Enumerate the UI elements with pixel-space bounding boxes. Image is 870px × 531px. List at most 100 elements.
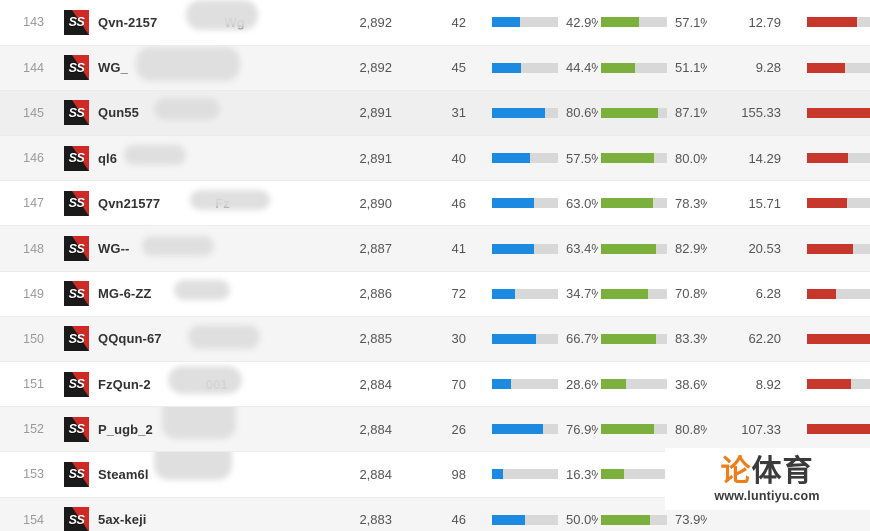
account-name: 5ax-keji	[98, 512, 147, 528]
rate-b-bar-cell: 57.1%	[598, 0, 707, 45]
rate-b-bar-track	[601, 469, 667, 480]
volume-bar-wrap: 2,861	[807, 105, 870, 120]
redaction-blur	[124, 145, 186, 166]
table-row[interactable]: 144SSWG_2,8924544.4%51.1%9.2855619.00	[0, 45, 870, 91]
account-cell[interactable]: SS 5ax-keji	[54, 497, 300, 531]
volume-bar-fill	[807, 153, 848, 164]
account-name-suffix: Wg	[224, 14, 245, 30]
redaction-blur	[190, 190, 270, 211]
ss-badge-label: SS	[68, 422, 85, 437]
count-cell: 42	[451, 14, 466, 30]
rate-a-bar-label: 63.0%	[566, 195, 598, 211]
table-row[interactable]: 145SSQun552,8913180.6%87.1%155.332,86110…	[0, 90, 870, 136]
account-name: ql6	[98, 150, 118, 166]
table-row[interactable]: 146SSql62,8914057.5%80.0%14.2962710.23	[0, 135, 870, 181]
table-row[interactable]: 153 SS Steam6l 2,884 98 16.3% 34.7%	[0, 451, 870, 498]
account-cell[interactable]: SS QQqun-67	[54, 316, 300, 361]
table-row[interactable]: 150 SS QQqun-67 2,885 30 66.7% 83.3% 62.20 1,964…	[0, 316, 870, 362]
volume-bar-fill	[807, 333, 870, 344]
count-cell: 98	[451, 466, 466, 482]
account-cell[interactable]: SS P_ugb_2	[54, 406, 300, 452]
rate-b-bar-cell: 51.1%	[598, 45, 707, 90]
table-row[interactable]: 148SSWG--2,8874163.4%82.9%20.537556.34	[0, 225, 870, 272]
volume-bar-track	[807, 379, 870, 390]
volume-bar-wrap: 755	[807, 241, 870, 256]
rate-a-bar-wrap: 28.6%	[492, 377, 598, 392]
ss-badge-icon: SS	[64, 326, 89, 352]
volume-bar-cell: 615	[787, 181, 870, 226]
rate-b-bar-track	[601, 107, 667, 118]
count-cell: 30	[451, 331, 466, 347]
rate-b-bar-track	[601, 424, 667, 435]
account-name-suffix: 001	[205, 376, 228, 392]
volume-bar-fill	[807, 17, 857, 28]
account-cell[interactable]: SS WG_	[54, 45, 300, 90]
volume-bar-fill	[807, 62, 845, 73]
rate-a-bar-cell: 80.6%	[476, 90, 598, 135]
rate-b-bar-wrap: 80.0%	[601, 151, 707, 166]
rate-b-bar-fill	[601, 62, 635, 73]
rate-a-bar-fill	[492, 288, 515, 299]
volume-bar-fill	[807, 107, 870, 118]
account-cell[interactable]: SS Qvn-2157 Wg	[54, 0, 300, 45]
rate-a-bar-wrap: 57.5%	[492, 151, 598, 166]
score-cell: 2,884	[359, 376, 392, 392]
rate-b-bar-track	[601, 62, 667, 73]
rate-a-bar-cell: 57.5%	[476, 136, 598, 181]
account-cell[interactable]: SS WG--	[54, 226, 300, 271]
volume-bar-wrap	[807, 469, 870, 480]
value-a-cell: 155.33	[741, 105, 781, 121]
rate-b-bar-label: 78.3%	[675, 195, 707, 211]
rate-b-bar-label: 80.0%	[675, 150, 707, 166]
volume-bar-cell: 442	[787, 271, 870, 316]
rate-b-bar-cell: 34.7%	[598, 452, 707, 497]
score-cell: 2,892	[359, 14, 392, 30]
volume-bar-track	[807, 243, 870, 254]
volume-bar-track	[807, 288, 870, 299]
account-name-wrap: SS P_ugb_2	[64, 406, 300, 442]
rate-a-bar-cell: 50.0%	[476, 497, 598, 531]
rank-cell: 145	[23, 105, 44, 120]
rate-a-bar-label: 57.5%	[566, 150, 598, 166]
volume-bar-fill	[807, 469, 844, 480]
value-a-cell: 9.28	[755, 60, 781, 76]
account-name: Qun55	[98, 105, 139, 121]
table-row[interactable]: 143 SS Qvn-2157 Wg 2,892 42 42.9% 57.1% 12.79 915…	[0, 0, 870, 46]
rate-b-bar-track	[601, 333, 667, 344]
account-cell[interactable]: SS Qun55	[54, 90, 300, 135]
account-name: Steam6l	[98, 466, 149, 482]
rate-a-bar-track	[492, 424, 558, 435]
account-cell[interactable]: SS MG-6-ZZ	[54, 271, 300, 316]
volume-bar-wrap: 615	[807, 196, 870, 211]
account-cell[interactable]: SS Steam6l	[54, 451, 300, 497]
count-cell: 31	[451, 105, 466, 121]
rate-b-bar-label: 73.9%	[675, 512, 707, 528]
rate-a-bar-fill	[492, 107, 546, 118]
volume-bar-track	[807, 333, 870, 344]
volume-bar-cell: 755	[787, 226, 870, 271]
rate-b-bar-track	[601, 243, 667, 254]
rate-b-bar-fill	[601, 153, 654, 164]
table-row[interactable]: 149SSMG-6-ZZ2,8867234.7%70.8%6.2844212.6…	[0, 271, 870, 317]
count-cell: 26	[451, 421, 466, 437]
rank-cell: 151	[23, 377, 44, 392]
table-row[interactable]: 152 SS P_ugb_2 2,884 26 76.9% 80.8% 107.33 2,351…	[0, 406, 870, 452]
table-row[interactable]: 154 SS 5ax-keji 2,883 46 50.0% 73.9%	[0, 497, 870, 531]
volume-bar-wrap: 627	[807, 151, 870, 166]
rate-a-bar-wrap: 16.3%	[492, 467, 598, 482]
rate-a-bar-label: 50.0%	[566, 512, 598, 528]
account-cell[interactable]: SS FzQun-2 001	[54, 362, 300, 407]
rate-b-bar-wrap: 70.8%	[601, 286, 707, 301]
account-name: P_ugb_2	[98, 421, 153, 437]
account-name-wrap: SS MG-6-ZZ	[64, 279, 300, 307]
account-cell[interactable]: SS Qvn21577 Fz	[54, 181, 300, 226]
account-cell[interactable]: SS ql6	[54, 136, 300, 181]
ss-badge-label: SS	[68, 105, 85, 120]
value-a-cell: 12.79	[748, 14, 781, 30]
table-row[interactable]: 151SSFzQun-20012,8847028.6%38.6%8.926602…	[0, 361, 870, 407]
rank-cell: 150	[23, 331, 44, 346]
account-name-wrap: SS QQqun-67	[64, 324, 300, 352]
table-row[interactable]: 147 SS Qvn21577 Fz 2,890 46 63.0% 78.3% 15.71 615…	[0, 180, 870, 226]
ss-badge-label: SS	[68, 286, 85, 301]
value-a-cell	[707, 452, 787, 497]
